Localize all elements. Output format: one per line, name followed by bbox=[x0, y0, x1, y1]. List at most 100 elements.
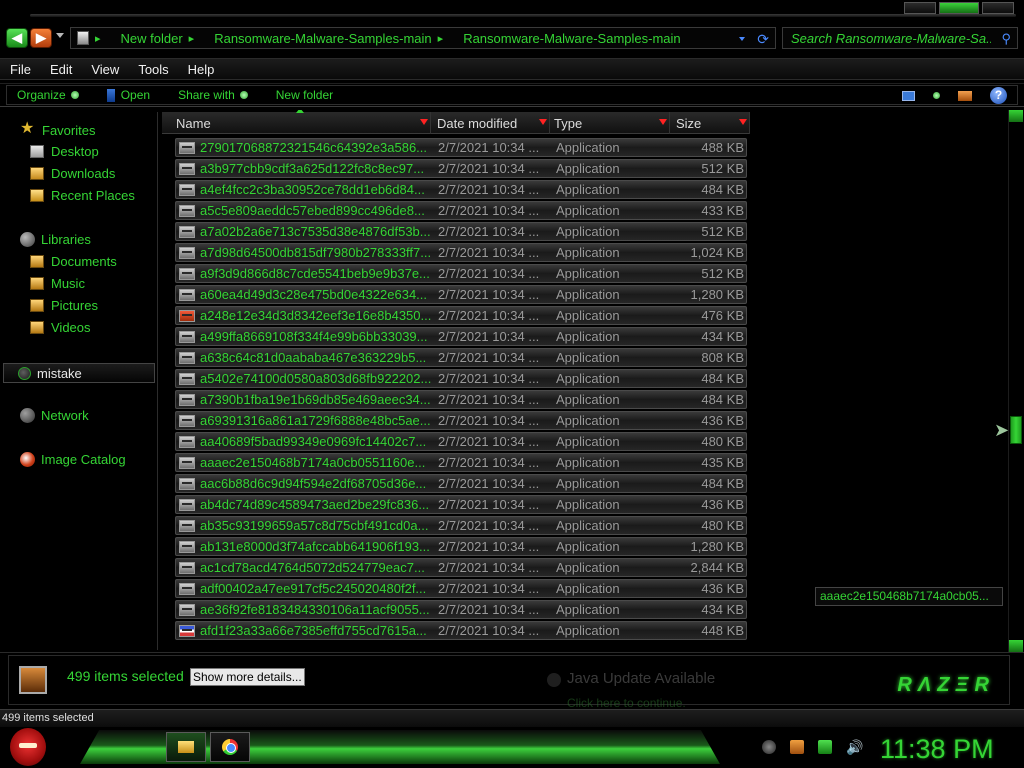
column-header-size[interactable]: Size bbox=[670, 112, 750, 134]
column-header-name[interactable]: Name bbox=[162, 110, 431, 134]
search-box[interactable]: ⚲ bbox=[782, 27, 1018, 49]
taskbar-chrome-button[interactable] bbox=[210, 732, 250, 762]
table-row[interactable]: adf00402a47ee917cf5c245020480f2f... 2/7/2… bbox=[175, 579, 747, 598]
close-button[interactable] bbox=[982, 2, 1014, 14]
column-filter-icon[interactable] bbox=[539, 119, 547, 125]
open-button[interactable]: Open bbox=[106, 88, 150, 102]
breadcrumb-item[interactable]: New folder bbox=[121, 31, 183, 46]
table-row[interactable]: ab131e8000d3f74afccabb641906f193... 2/7/2… bbox=[175, 537, 747, 556]
file-name-cell[interactable]: adf00402a47ee917cf5c245020480f2f... bbox=[176, 581, 434, 596]
file-name-cell[interactable]: a638c64c81d0aababa467e363229b5... bbox=[176, 350, 434, 365]
breadcrumb-separator[interactable]: ▸ bbox=[95, 32, 101, 45]
file-name-cell[interactable]: a3b977cbb9cdf3a625d122fc8c8ec97... bbox=[176, 161, 434, 176]
preview-pane-icon[interactable] bbox=[958, 90, 972, 101]
table-row[interactable]: ab4dc74d89c4589473aed2be29fc836... 2/7/20… bbox=[175, 495, 747, 514]
table-row[interactable]: a638c64c81d0aababa467e363229b5... 2/7/202… bbox=[175, 348, 747, 367]
address-dropdown-icon[interactable] bbox=[739, 37, 745, 41]
file-name-cell[interactable]: ab4dc74d89c4589473aed2be29fc836... bbox=[176, 497, 434, 512]
table-row[interactable]: a5c5e809aeddc57ebed899cc496de8... 2/7/202… bbox=[175, 201, 747, 220]
sidebar-item-music[interactable]: Music bbox=[30, 276, 85, 291]
clock[interactable]: 11:38 PM bbox=[880, 734, 994, 765]
refresh-icon[interactable]: ⟳ bbox=[757, 31, 769, 48]
table-row[interactable]: a7390b1fba19e1b69db85e469aeec34... 2/7/20… bbox=[175, 390, 747, 409]
sidebar-item-image-catalog[interactable]: Image Catalog bbox=[20, 452, 126, 467]
minimize-button[interactable] bbox=[904, 2, 936, 14]
java-update-notification[interactable]: Java Update Available Click here to cont… bbox=[537, 664, 799, 710]
file-name-cell[interactable]: a499ffa8669108f334f4e99b6bb33039... bbox=[176, 329, 434, 344]
file-name-cell[interactable]: a69391316a861a1729f6888e48bc5ae... bbox=[176, 413, 434, 428]
help-icon[interactable]: ? bbox=[990, 87, 1007, 104]
address-bar[interactable]: ▸ New folder ▸ Ransomware-Malware-Sample… bbox=[70, 27, 776, 49]
file-name-cell[interactable]: aaaec2e150468b7174a0cb0551160e... bbox=[176, 455, 434, 470]
scroll-up-button[interactable] bbox=[1009, 110, 1023, 122]
breadcrumb-item[interactable]: Ransomware-Malware-Samples-main bbox=[463, 31, 680, 46]
vertical-scrollbar[interactable] bbox=[1008, 110, 1023, 652]
file-name-cell[interactable]: ab35c93199659a57c8d75cbf491cd0a... bbox=[176, 518, 434, 533]
file-name-cell[interactable]: a4ef4fcc2c3ba30952ce78dd1eb6d84... bbox=[176, 182, 434, 197]
file-name-cell[interactable]: aa40689f5bad99349e0969fc14402c7... bbox=[176, 434, 434, 449]
scroll-thumb[interactable] bbox=[1010, 416, 1022, 444]
breadcrumb-separator[interactable]: ▸ bbox=[189, 32, 195, 45]
column-filter-icon[interactable] bbox=[739, 119, 747, 125]
table-row[interactable]: a499ffa8669108f334f4e99b6bb33039... 2/7/2… bbox=[175, 327, 747, 346]
table-row[interactable]: a3b977cbb9cdf3a625d122fc8c8ec97... 2/7/20… bbox=[175, 159, 747, 178]
file-name-cell[interactable]: 279017068872321546c64392e3a586... bbox=[176, 140, 434, 155]
file-name-cell[interactable]: a7d98d64500db815df7980b278333ff7... bbox=[176, 245, 434, 260]
show-hidden-icons-icon[interactable] bbox=[762, 740, 776, 754]
file-name-cell[interactable]: a7390b1fba19e1b69db85e469aeec34... bbox=[176, 392, 434, 407]
file-name-cell[interactable]: afd1f23a33a66e7385effd755cd7615a... bbox=[176, 623, 434, 638]
breadcrumb-item[interactable]: Ransomware-Malware-Samples-main bbox=[214, 31, 431, 46]
organize-button[interactable]: Organize bbox=[17, 88, 79, 102]
sidebar-item-desktop[interactable]: Desktop bbox=[30, 144, 99, 159]
maximize-button[interactable] bbox=[939, 2, 979, 14]
file-name-cell[interactable]: ac1cd78acd4764d5072d524779eac7... bbox=[176, 560, 434, 575]
menu-view[interactable]: View bbox=[91, 62, 119, 77]
sidebar-item-downloads[interactable]: Downloads bbox=[30, 166, 115, 181]
back-button[interactable]: ◀ bbox=[6, 28, 28, 48]
forward-button[interactable]: ▶ bbox=[30, 28, 52, 48]
table-row[interactable]: a60ea4d49d3c28e475bd0e4322e634... 2/7/202… bbox=[175, 285, 747, 304]
table-row[interactable]: ab35c93199659a57c8d75cbf491cd0a... 2/7/20… bbox=[175, 516, 747, 535]
sidebar-item-libraries[interactable]: Libraries bbox=[20, 232, 91, 247]
table-row[interactable]: 279017068872321546c64392e3a586... 2/7/202… bbox=[175, 138, 747, 157]
file-name-cell[interactable]: a5c5e809aeddc57ebed899cc496de8... bbox=[176, 203, 434, 218]
column-filter-icon[interactable] bbox=[659, 119, 667, 125]
table-row[interactable]: aac6b88d6c9d94f594e2df68705d36e... 2/7/20… bbox=[175, 474, 747, 493]
table-row[interactable]: aa40689f5bad99349e0969fc14402c7... 2/7/20… bbox=[175, 432, 747, 451]
new-folder-button[interactable]: New folder bbox=[276, 88, 333, 102]
table-row[interactable]: a7a02b2a6e713c7535d38e4876df53b... 2/7/20… bbox=[175, 222, 747, 241]
network-tray-icon[interactable] bbox=[818, 740, 832, 754]
share-with-button[interactable]: Share with bbox=[178, 88, 248, 102]
sidebar-item-pictures[interactable]: Pictures bbox=[30, 298, 98, 313]
volume-icon[interactable]: 🔊 bbox=[846, 740, 863, 754]
search-icon[interactable]: ⚲ bbox=[1001, 31, 1011, 47]
file-name-cell[interactable]: a7a02b2a6e713c7535d38e4876df53b... bbox=[176, 224, 434, 239]
search-input[interactable] bbox=[791, 30, 991, 46]
table-row[interactable]: a4ef4fcc2c3ba30952ce78dd1eb6d84... 2/7/20… bbox=[175, 180, 747, 199]
taskbar-explorer-button[interactable] bbox=[166, 732, 206, 762]
table-row[interactable]: ac1cd78acd4764d5072d524779eac7... 2/7/202… bbox=[175, 558, 747, 577]
table-row[interactable]: ae36f92fe8183484330106a11acf9055... 2/7/2… bbox=[175, 600, 747, 619]
scroll-down-button[interactable] bbox=[1009, 640, 1023, 652]
menu-file[interactable]: File bbox=[10, 62, 31, 77]
file-name-cell[interactable]: aac6b88d6c9d94f594e2df68705d36e... bbox=[176, 476, 434, 491]
table-row[interactable]: a69391316a861a1729f6888e48bc5ae... 2/7/20… bbox=[175, 411, 747, 430]
file-name-cell[interactable]: ab131e8000d3f74afccabb641906f193... bbox=[176, 539, 434, 554]
column-header-type[interactable]: Type bbox=[550, 112, 670, 134]
table-row[interactable]: aaaec2e150468b7174a0cb0551160e... 2/7/202… bbox=[175, 453, 747, 472]
file-name-cell[interactable]: a60ea4d49d3c28e475bd0e4322e634... bbox=[176, 287, 434, 302]
view-options-icon[interactable] bbox=[933, 92, 940, 99]
file-name-cell[interactable]: a9f3d9d866d8c7cde5541beb9e9b37e... bbox=[176, 266, 434, 281]
menu-edit[interactable]: Edit bbox=[50, 62, 72, 77]
sidebar-item-user[interactable]: mistake bbox=[3, 363, 155, 383]
column-filter-icon[interactable] bbox=[420, 119, 428, 125]
table-row[interactable]: a248e12e34d3d8342eef3e16e8b4350... 2/7/20… bbox=[175, 306, 747, 325]
table-row[interactable]: a9f3d9d866d8c7cde5541beb9e9b37e... 2/7/20… bbox=[175, 264, 747, 283]
table-row[interactable]: a5402e74100d0580a803d68fb922202... 2/7/20… bbox=[175, 369, 747, 388]
sidebar-item-favorites[interactable]: ★ Favorites bbox=[20, 121, 95, 138]
recent-pages-dropdown[interactable] bbox=[56, 33, 64, 38]
show-more-details-button[interactable]: Show more details... bbox=[190, 668, 305, 686]
breadcrumb-separator[interactable]: ▸ bbox=[438, 32, 444, 45]
sidebar-item-recent-places[interactable]: Recent Places bbox=[30, 188, 135, 203]
table-row[interactable]: afd1f23a33a66e7385effd755cd7615a... 2/7/2… bbox=[175, 621, 747, 640]
